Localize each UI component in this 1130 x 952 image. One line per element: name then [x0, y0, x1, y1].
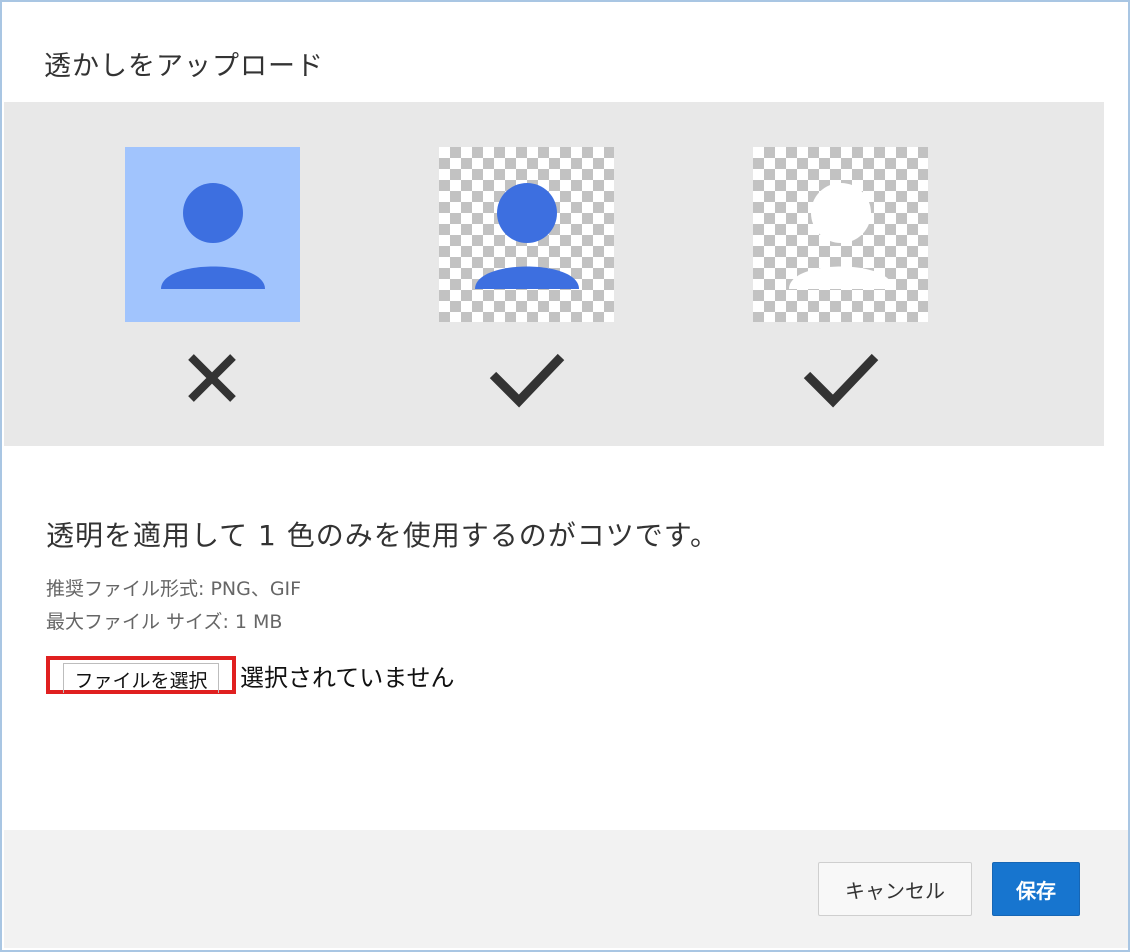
choose-file-label: ファイルを選択	[63, 663, 219, 693]
tip-text: 透明を適用して 1 色のみを使用するのがコツです。	[46, 519, 719, 552]
transparent-white-example	[753, 147, 928, 409]
check-icon	[439, 345, 614, 409]
recommended-formats: 推奨ファイル形式: PNG、GIF	[46, 578, 302, 600]
solid-background-thumbnail	[125, 147, 300, 322]
upload-watermark-dialog: 透かしをアップロード 透明を適用して 1 色のみを使用するのがコツです。 推奨フ…	[0, 0, 1130, 952]
x-icon	[125, 345, 300, 409]
choose-file-button[interactable]: ファイルを選択	[46, 656, 236, 694]
transparent-white-thumbnail	[753, 147, 928, 322]
file-status-text: 選択されていません	[240, 664, 455, 692]
person-icon	[789, 183, 893, 289]
transparent-colored-example	[439, 147, 614, 409]
watermark-examples-panel	[4, 102, 1104, 446]
dialog-footer: キャンセル 保存	[4, 830, 1128, 948]
transparent-colored-thumbnail	[439, 147, 614, 322]
cancel-button[interactable]: キャンセル	[818, 862, 972, 916]
dialog-title: 透かしをアップロード	[44, 51, 324, 82]
max-file-size: 最大ファイル サイズ: 1 MB	[46, 611, 283, 633]
person-icon	[475, 183, 579, 289]
check-icon	[753, 345, 928, 409]
save-button[interactable]: 保存	[992, 862, 1080, 916]
person-icon	[161, 183, 265, 289]
solid-background-example	[125, 147, 300, 407]
